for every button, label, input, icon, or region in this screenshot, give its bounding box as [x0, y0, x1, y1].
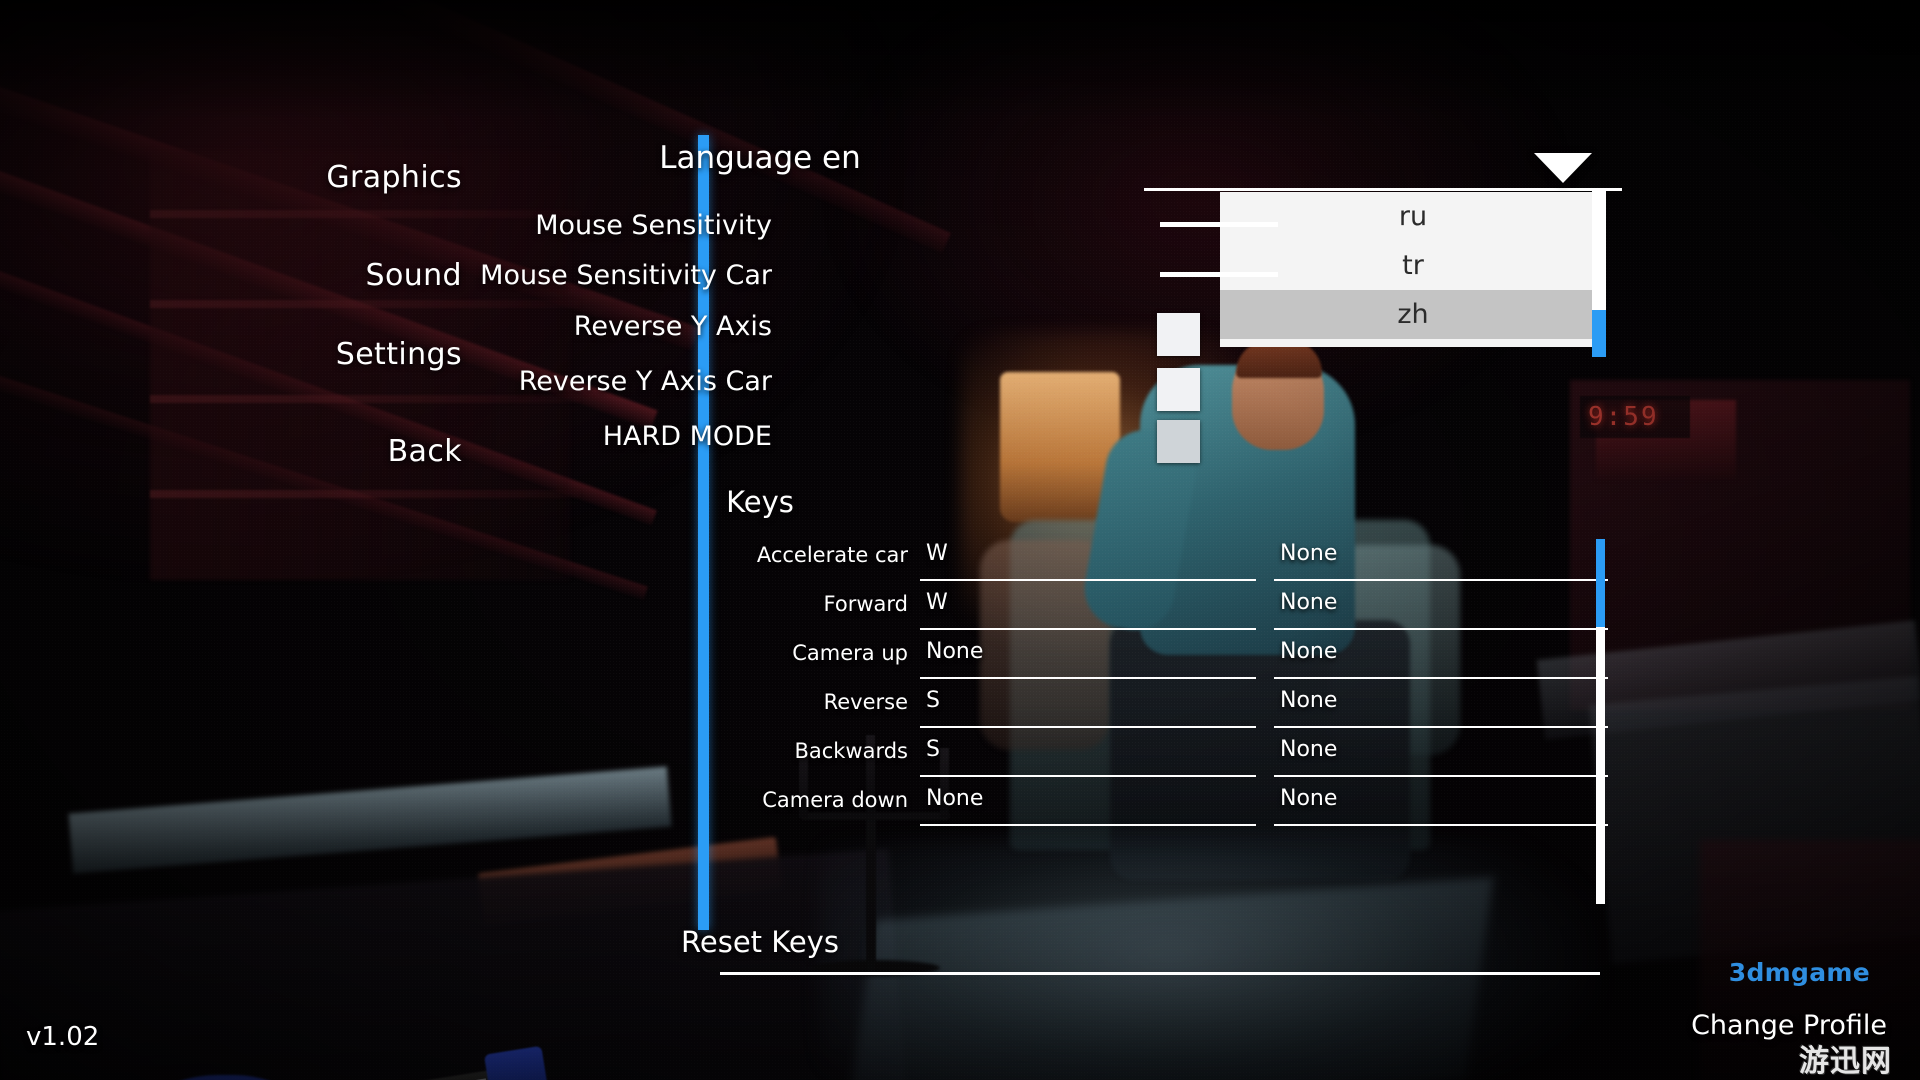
hard-mode-checkbox[interactable] [1157, 420, 1200, 463]
key-primary-binding[interactable]: None [920, 786, 1255, 811]
label-reverse-y-axis: Reverse Y Axis [573, 311, 772, 342]
settings-menu: Graphics Sound Settings Back Language en… [0, 0, 1920, 1080]
row-divider [1274, 628, 1608, 630]
key-primary-binding[interactable]: W [920, 590, 1255, 615]
key-action-label: Backwards [794, 739, 908, 763]
key-primary-binding[interactable]: W [920, 541, 1255, 566]
key-alternate-binding[interactable]: None [1274, 786, 1606, 811]
reverse-y-axis-car-checkbox[interactable] [1157, 368, 1200, 411]
row-divider [920, 824, 1256, 826]
nav-item-sound[interactable]: Sound [366, 258, 462, 293]
row-divider [920, 677, 1256, 679]
label-mouse-sensitivity: Mouse Sensitivity [535, 210, 772, 241]
mouse-sensitivity-slider[interactable] [1160, 222, 1278, 227]
row-divider [1274, 726, 1608, 728]
key-alternate-binding[interactable]: None [1274, 541, 1606, 566]
mouse-sensitivity-car-slider[interactable] [1160, 272, 1278, 277]
key-alternate-binding[interactable]: None [1274, 639, 1606, 664]
label-hard-mode: HARD MODE [602, 421, 772, 452]
dropdown-option-zh[interactable]: zh [1220, 290, 1606, 339]
dropdown-scrollbar-thumb[interactable] [1592, 310, 1606, 357]
keys-section-title: Keys [726, 485, 794, 519]
row-divider [920, 726, 1256, 728]
nav-item-settings[interactable]: Settings [336, 337, 462, 372]
row-divider [1274, 677, 1608, 679]
key-alternate-binding[interactable]: None [1274, 688, 1606, 713]
language-underline [1144, 188, 1622, 191]
nav-item-back[interactable]: Back [388, 434, 462, 469]
row-divider [1274, 579, 1608, 581]
key-action-label: Reverse [823, 690, 908, 714]
row-divider [920, 775, 1256, 777]
key-alternate-binding[interactable]: None [1274, 737, 1606, 762]
row-divider [1274, 775, 1608, 777]
reverse-y-axis-checkbox[interactable] [1157, 313, 1200, 356]
key-alternate-binding[interactable]: None [1274, 590, 1606, 615]
key-action-label: Accelerate car [756, 543, 908, 567]
table-row: Camera down None None [720, 780, 1608, 840]
key-primary-binding[interactable]: S [920, 688, 1255, 713]
label-mouse-sensitivity-car: Mouse Sensitivity Car [480, 260, 772, 291]
label-reverse-y-axis-car: Reverse Y Axis Car [518, 366, 772, 397]
language-selector-label[interactable]: Language en [0, 140, 1520, 176]
keys-scrollbar-thumb[interactable] [1596, 539, 1605, 627]
row-divider [920, 579, 1256, 581]
key-action-label: Camera up [792, 641, 908, 665]
row-divider [1274, 824, 1608, 826]
reset-keys-button[interactable]: Reset Keys [0, 925, 1520, 959]
row-divider [920, 628, 1256, 630]
keybindings-table: Accelerate car W None Forward W None Cam… [720, 535, 1608, 905]
key-action-label: Camera down [762, 788, 908, 812]
language-dropdown-list[interactable]: ru tr zh [1220, 192, 1606, 347]
version-label: v1.02 [26, 1022, 100, 1052]
site-watermark: 游迅网 [1799, 1044, 1892, 1079]
accent-divider-bar [698, 135, 709, 930]
key-primary-binding[interactable]: None [920, 639, 1255, 664]
dropdown-option-ru[interactable]: ru [1220, 192, 1606, 241]
chevron-down-icon[interactable] [1534, 153, 1592, 183]
reset-keys-underline [720, 972, 1600, 975]
brand-watermark: 3dmgame [1728, 958, 1870, 987]
key-action-label: Forward [823, 592, 908, 616]
key-primary-binding[interactable]: S [920, 737, 1255, 762]
dropdown-option-tr[interactable]: tr [1220, 241, 1606, 290]
